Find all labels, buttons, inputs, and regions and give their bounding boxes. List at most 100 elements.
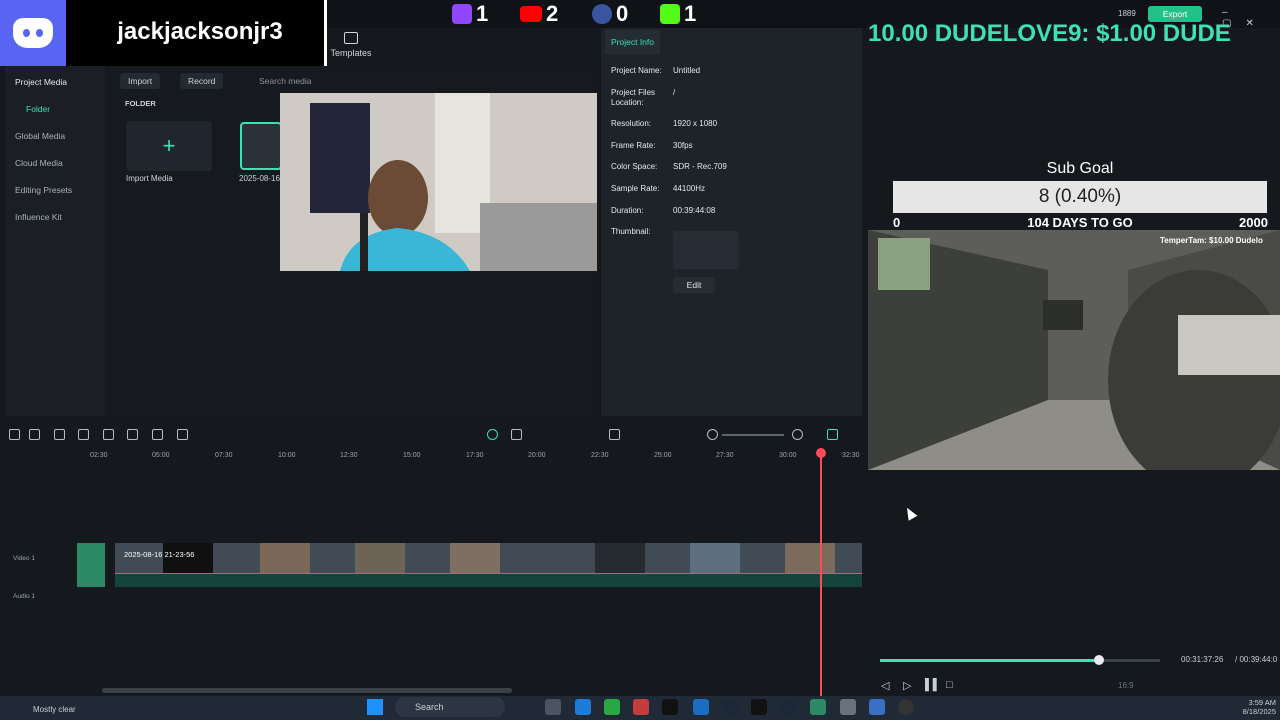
info-key: Color Space: (611, 162, 658, 171)
filmora-icon[interactable] (810, 699, 826, 715)
info-value: 44100Hz (673, 184, 706, 193)
webcam-overlay (280, 93, 597, 271)
info-value: SDR - Rec.709 (673, 162, 727, 171)
steam-icon[interactable] (722, 699, 738, 715)
stop-icon[interactable]: □ (946, 679, 953, 691)
search-input[interactable]: Search media (255, 73, 535, 89)
aspect-ratio[interactable]: 16:9 (1118, 681, 1134, 690)
sidebar-item-editing-presets[interactable]: Editing Presets (15, 185, 72, 195)
layout-icon[interactable] (827, 429, 838, 440)
game-image (868, 230, 1280, 470)
coin-count: 1889 (1118, 9, 1136, 18)
app-icon[interactable] (633, 699, 649, 715)
pause-icon[interactable]: ▌▌ (925, 679, 941, 691)
xbox-icon[interactable] (604, 699, 620, 715)
discord-icon (0, 0, 66, 66)
sidebar-item-influence-kit[interactable]: Influence Kit (15, 212, 62, 222)
snap-icon[interactable] (487, 429, 498, 440)
settings-icon[interactable] (840, 699, 856, 715)
tiktok-icon[interactable] (662, 699, 678, 715)
templates-icon (344, 32, 358, 44)
steam-icon[interactable] (781, 699, 797, 715)
weather-text: Mostly clear (33, 705, 76, 714)
player-progress-knob[interactable] (1094, 655, 1104, 665)
audio-waveform[interactable] (115, 573, 862, 587)
total-time: / 00:39:44:0 (1235, 655, 1278, 664)
ruler-tick: 25:00 (654, 452, 672, 459)
import-media-label: Import Media (126, 174, 173, 183)
ruler-tick: 02:30 (90, 452, 108, 459)
sub-goal-bar: 8 (0.40%) (893, 181, 1267, 213)
sidebar-item-project-media[interactable]: Project Media (15, 77, 67, 87)
playhead[interactable] (820, 450, 822, 700)
record-button[interactable]: Record (180, 73, 224, 89)
text-icon[interactable] (152, 429, 163, 440)
prev-frame-icon[interactable]: ◁ (881, 679, 889, 692)
redo-icon[interactable] (78, 429, 89, 440)
zoom-in-icon[interactable] (792, 429, 803, 440)
info-key: Sample Rate: (611, 184, 660, 193)
taskview-icon[interactable] (545, 699, 561, 715)
windows-start-icon[interactable] (367, 699, 383, 715)
effects-icon[interactable] (511, 429, 522, 440)
taskbar-search-label: Search (415, 702, 444, 712)
import-button[interactable]: Import (120, 73, 161, 89)
play-icon[interactable]: ▷ (903, 679, 911, 692)
game-preview (868, 230, 1280, 470)
ruler-tick: 05:00 (152, 452, 170, 459)
playhead-handle[interactable] (816, 448, 826, 458)
app-icon[interactable] (869, 699, 885, 715)
grid-icon[interactable] (9, 429, 20, 440)
templates-label: Templates (330, 48, 372, 58)
project-info-panel: Project Info Project Name: Untitled Proj… (601, 28, 862, 416)
ruler-tick: 15:00 (403, 452, 421, 459)
crop-icon[interactable] (177, 429, 188, 440)
video-track-label: Video 1 (13, 555, 35, 562)
select-tool-icon[interactable] (29, 429, 40, 440)
sidebar-item-cloud-media[interactable]: Cloud Media (15, 158, 63, 168)
globe-icon (592, 4, 612, 24)
youtube-count: 2 (546, 1, 559, 26)
thumbnail-preview[interactable] (673, 231, 739, 269)
timeline-scrollbar[interactable] (102, 688, 512, 693)
obs-icon[interactable] (898, 699, 914, 715)
zoom-out-icon[interactable] (707, 429, 718, 440)
edge-icon[interactable] (575, 699, 591, 715)
ruler-tick: 22:30 (591, 452, 609, 459)
video-clip-filmstrip (115, 543, 862, 573)
video-clip-name: 2025-08-16 21-23-56 (124, 550, 195, 559)
sidebar-item-folder[interactable]: Folder (26, 104, 50, 114)
sub-goal-title: Sub Goal (1046, 160, 1114, 177)
edit-thumbnail-button[interactable]: Edit (673, 277, 715, 293)
goal-min: 0 (893, 215, 901, 230)
current-time: 00:31:37:26 (1181, 655, 1224, 664)
ruler-tick: 17:30 (466, 452, 484, 459)
taskbar-search[interactable]: Search (395, 697, 505, 717)
clip-thumbnail[interactable] (240, 122, 282, 170)
goal-days: 104 DAYS TO GO (1027, 215, 1133, 230)
delete-icon[interactable] (103, 429, 114, 440)
tab-project-info[interactable]: Project Info (605, 30, 660, 54)
donation-ticker: 10.00 DUDELOVE9: $1.00 DUDE (868, 20, 1231, 47)
microphone-icon[interactable] (609, 429, 620, 440)
import-media-tile[interactable]: + (126, 121, 212, 171)
info-value: 30fps (673, 141, 693, 150)
audio-clip-stub[interactable] (77, 543, 105, 587)
video-clip[interactable] (115, 543, 862, 573)
clock-date: 8/18/2025 (1242, 707, 1276, 716)
info-key: Frame Rate: (611, 141, 656, 150)
kick-stat: 1 (660, 1, 696, 26)
undo-icon[interactable] (54, 429, 65, 440)
other-stat: 0 (592, 1, 629, 26)
kick-icon (660, 4, 680, 24)
templates-button[interactable]: Templates (330, 30, 372, 58)
other-count: 0 (616, 1, 629, 26)
app-icon[interactable] (693, 699, 709, 715)
scissors-icon[interactable] (127, 429, 138, 440)
streamer-username: jackjacksonjr3 (117, 18, 283, 45)
zoom-slider[interactable] (722, 434, 784, 436)
twitch-stat: 1 (452, 1, 488, 26)
tiktok-icon[interactable] (751, 699, 767, 715)
twitch-icon (452, 4, 472, 24)
sidebar-item-global-media[interactable]: Global Media (15, 131, 65, 141)
